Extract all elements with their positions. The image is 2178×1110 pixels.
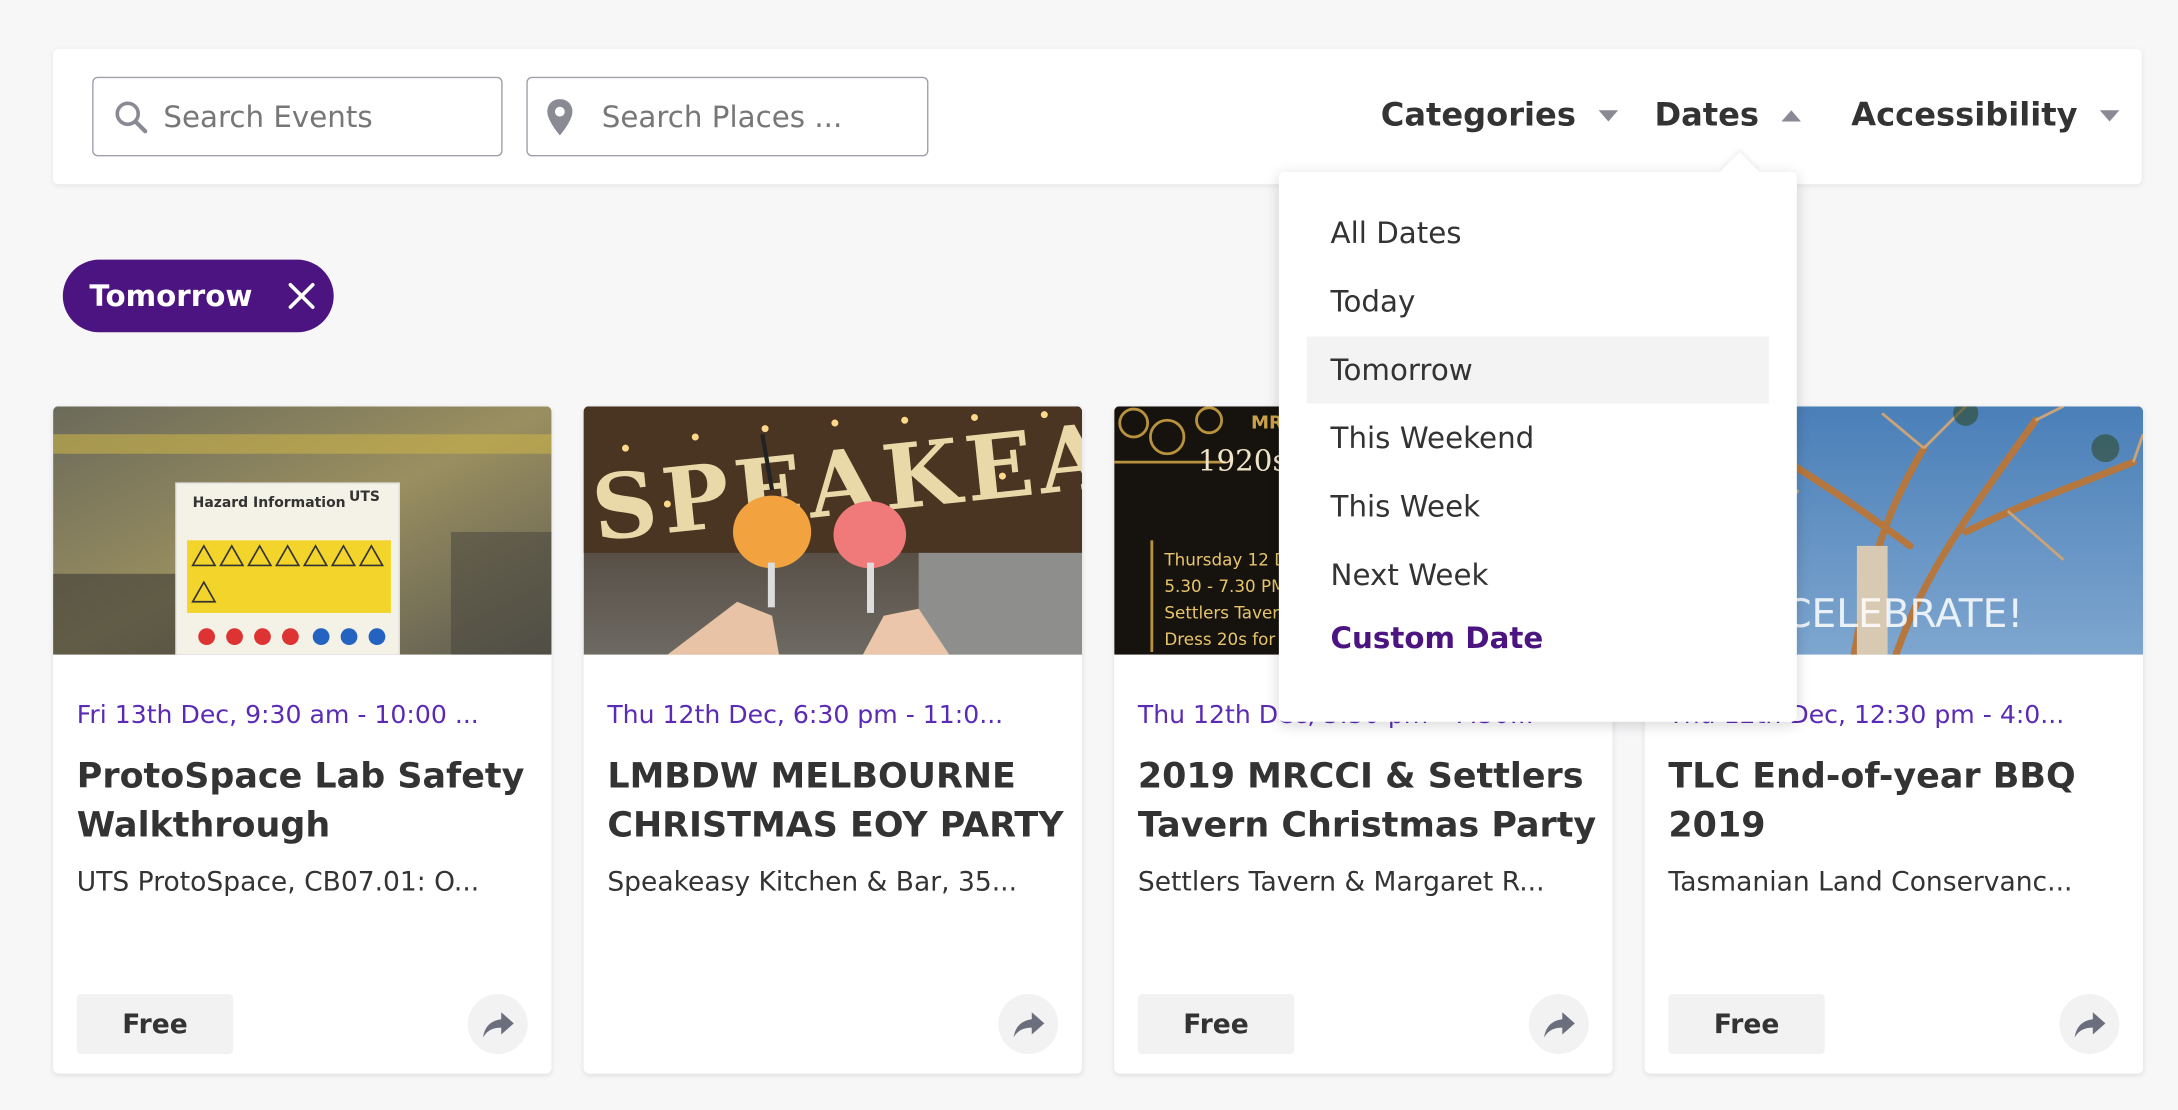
events-page: Categories Dates Accessibility Tomorrow: [0, 0, 2178, 1110]
location-pin-icon: [544, 98, 575, 135]
date-option-today[interactable]: Today: [1306, 268, 1769, 336]
accessibility-dropdown[interactable]: Accessibility: [1851, 92, 2120, 139]
share-icon[interactable]: [467, 994, 528, 1055]
search-events-input[interactable]: [163, 99, 485, 134]
event-image: Hazard Information UTS: [53, 406, 552, 655]
event-venue: Tasmanian Land Conservanc...: [1668, 867, 2073, 898]
share-icon[interactable]: [2059, 994, 2120, 1055]
filter-bar: Categories Dates Accessibility: [53, 48, 2142, 185]
event-date: Fri 13th Dec, 9:30 am - 10:00 ...: [76, 700, 479, 731]
event-date: Thu 12th Dec, 6:30 pm - 11:0...: [607, 700, 1004, 731]
date-option-this-week[interactable]: This Week: [1306, 473, 1769, 541]
accessibility-label: Accessibility: [1851, 97, 2078, 135]
categories-dropdown[interactable]: Categories: [1381, 92, 1618, 139]
event-title[interactable]: ProtoSpace Lab Safety Walkthrough: [77, 751, 538, 849]
event-venue: UTS ProtoSpace, CB07.01: O...: [76, 867, 480, 898]
share-icon[interactable]: [998, 994, 1059, 1055]
image-text-hazard: Hazard Information: [193, 495, 346, 511]
event-title[interactable]: 2019 MRCCI & Settlers Tavern Christmas P…: [1138, 751, 1599, 849]
event-title[interactable]: LMBDW MELBOURNE CHRISTMAS EOY PARTY: [607, 751, 1068, 849]
price-badge: Free: [1137, 994, 1295, 1055]
image-text-dress: Dress 20s for: [1164, 629, 1275, 649]
price-badge: Free: [76, 994, 234, 1055]
date-option-next-week[interactable]: Next Week: [1306, 541, 1769, 609]
search-places-input[interactable]: [601, 99, 923, 134]
event-card[interactable]: Hazard Information UTS Fri 13th Dec, 9:3…: [53, 406, 552, 1074]
image-text-uts: UTS: [349, 489, 380, 505]
date-option-tomorrow[interactable]: Tomorrow: [1306, 336, 1769, 404]
dates-label: Dates: [1654, 97, 1760, 135]
price-badge: Free: [1668, 994, 1825, 1055]
image-text-venue: Settlers Taver: [1164, 602, 1279, 622]
categories-label: Categories: [1380, 97, 1576, 135]
chevron-up-icon: [1781, 110, 1801, 122]
chevron-down-icon: [1598, 110, 1618, 122]
event-venue: Settlers Tavern & Margaret R...: [1137, 867, 1545, 898]
image-text-time: 5.30 - 7.30 PM: [1164, 576, 1285, 596]
image-text-celebrate: CELEBRATE!: [1784, 592, 2023, 637]
event-image: SPEAKEASY: [583, 406, 1083, 655]
chevron-down-icon: [2099, 110, 2120, 122]
search-places-box[interactable]: [526, 76, 929, 157]
search-icon: [113, 98, 149, 134]
event-title[interactable]: TLC End-of-year BBQ 2019: [1668, 751, 2129, 849]
date-option-custom-date[interactable]: Custom Date: [1306, 604, 1769, 672]
event-card[interactable]: SPEAKEASY Thu 12th Dec, 6:30 pm - 11:0..…: [583, 406, 1083, 1074]
search-events-box[interactable]: [92, 76, 503, 157]
chip-label: Tomorrow: [89, 279, 253, 313]
close-icon[interactable]: [286, 281, 317, 312]
image-text-thursday: Thursday 12 D: [1163, 549, 1287, 569]
image-text-1920s: 1920s: [1198, 444, 1288, 478]
dates-dropdown-menu: All Dates Today Tomorrow This Weekend Th…: [1278, 151, 1797, 722]
date-option-all-dates[interactable]: All Dates: [1306, 199, 1769, 267]
event-venue: Speakeasy Kitchen & Bar, 35...: [607, 867, 1018, 898]
date-option-this-weekend[interactable]: This Weekend: [1306, 404, 1769, 472]
active-filter-chip: Tomorrow: [62, 259, 334, 333]
dates-dropdown[interactable]: Dates: [1654, 92, 1801, 139]
share-icon[interactable]: [1528, 994, 1589, 1055]
